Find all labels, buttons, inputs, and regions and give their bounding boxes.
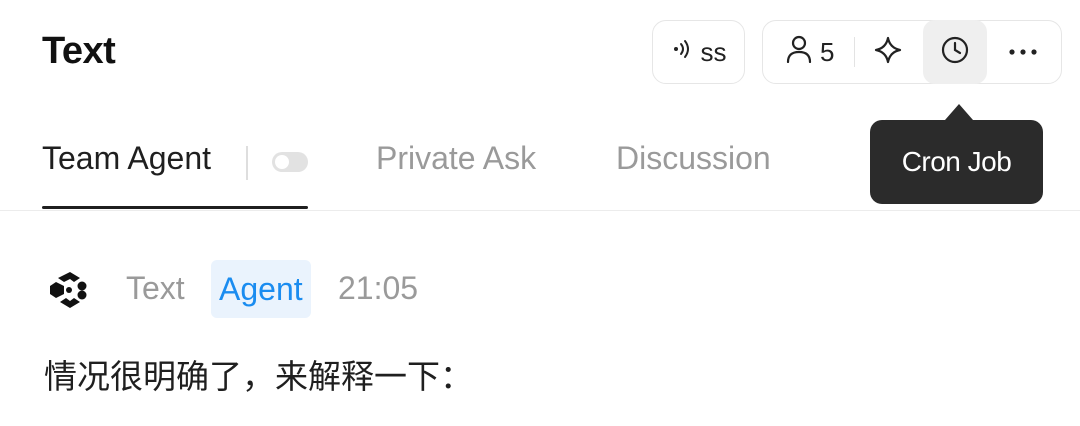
user-icon: [786, 35, 812, 70]
live-label: ss: [700, 36, 727, 67]
sparkle-icon: [873, 35, 903, 70]
broadcast-icon: [671, 37, 695, 68]
page-title: Text: [42, 30, 116, 72]
tab-discussion[interactable]: Discussion: [616, 140, 771, 177]
more-button[interactable]: [988, 20, 1057, 84]
more-icon: [1008, 43, 1038, 61]
cron-job-highlight: [922, 20, 987, 84]
chat-header: Text ss 5: [0, 0, 1080, 110]
tab-team-agent[interactable]: Team Agent: [42, 140, 211, 177]
sparkle-button[interactable]: [855, 20, 922, 84]
member-count: 5: [820, 36, 835, 67]
tab-bar-border: [0, 210, 1080, 211]
active-tab-indicator: [42, 206, 308, 209]
agent-badge: Agent: [211, 260, 311, 318]
message-header: Text Agent 21:05: [0, 258, 1080, 320]
toggle-knob: [275, 155, 289, 169]
tab-bar: Team Agent Private Ask Discussion: [0, 110, 1080, 210]
tab-divider: [246, 146, 248, 180]
agent-logo-icon: [46, 266, 94, 314]
team-agent-toggle[interactable]: [272, 152, 308, 172]
tab-private-ask[interactable]: Private Ask: [376, 140, 536, 177]
members-button[interactable]: 5: [767, 20, 854, 84]
sender-name: Text: [126, 270, 185, 306]
message-text: 情况很明确了，来解释一下：: [44, 357, 473, 396]
message-time: 21:05: [338, 270, 419, 306]
header-toolbar: 5: [762, 20, 1062, 84]
live-button[interactable]: ss: [652, 20, 745, 84]
cron-job-button[interactable]: [921, 20, 988, 84]
clock-icon: [940, 35, 970, 70]
